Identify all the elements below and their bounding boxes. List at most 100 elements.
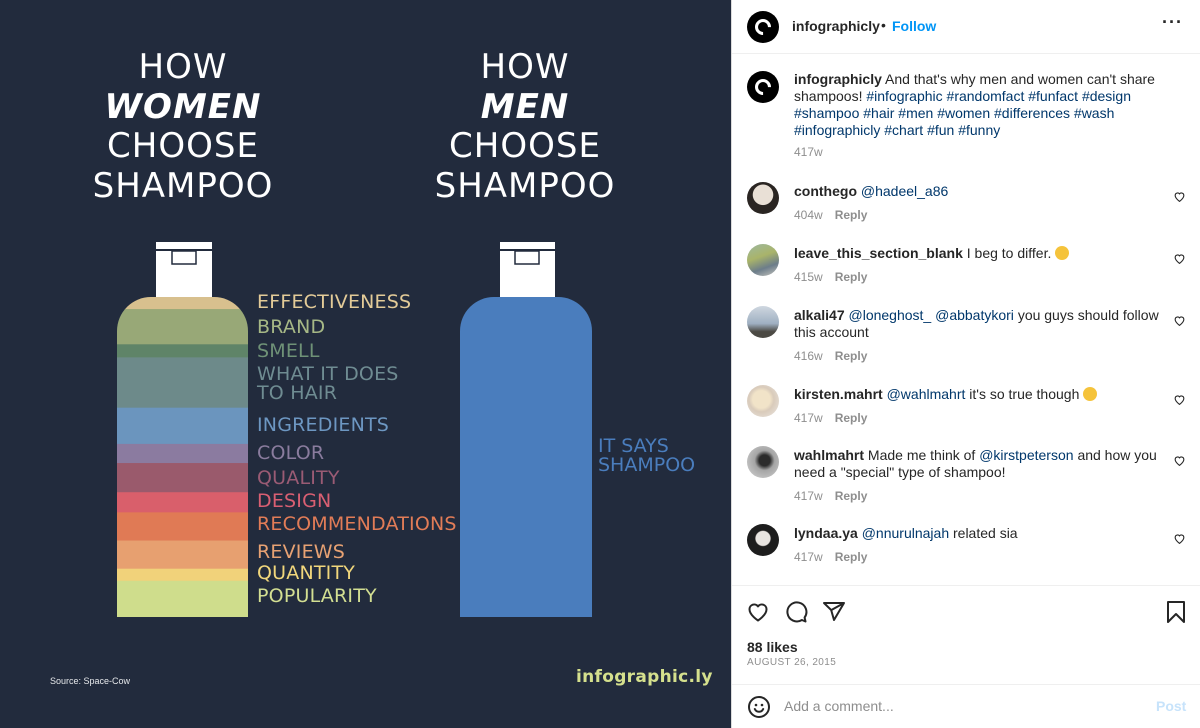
comment-text: Made me think of <box>867 447 976 463</box>
factor-label-smell: SMELL <box>257 342 320 361</box>
comment-like-heart-icon[interactable] <box>1173 190 1186 203</box>
caption-username[interactable]: infographicly <box>794 71 882 87</box>
comment-mention[interactable]: @loneghost_ @abbatykori <box>849 307 1014 323</box>
band-quality <box>117 463 248 493</box>
reply-button[interactable]: Reply <box>835 270 868 284</box>
reply-button[interactable]: Reply <box>835 489 868 503</box>
reply-button[interactable]: Reply <box>835 349 868 363</box>
comments-list[interactable]: infographicly And that's why men and wom… <box>732 55 1200 585</box>
factor-label-ingredients: INGREDIENTS <box>257 416 389 435</box>
more-options-icon[interactable]: ··· <box>1162 12 1183 33</box>
comment-like-heart-icon[interactable] <box>1173 252 1186 265</box>
factor-label-line: QUANTITY <box>257 562 356 584</box>
band-what-it-does-to-hair <box>117 357 248 409</box>
factor-label-quantity: QUANTITY <box>257 564 355 583</box>
comment-age: 417w <box>794 550 823 564</box>
like-heart-icon[interactable] <box>746 600 770 624</box>
men-factor-label: IT SAYS SHAMPOO <box>598 437 708 475</box>
band-color <box>117 443 248 464</box>
reply-button[interactable]: Reply <box>835 208 868 222</box>
factor-label-popularity: POPULARITY <box>257 587 377 606</box>
author-username[interactable]: infographicly <box>792 18 880 34</box>
band-reviews <box>117 540 248 570</box>
band-smell <box>117 344 248 358</box>
post-comment-button[interactable]: Post <box>1156 698 1186 714</box>
comment-mention[interactable]: @nnurulnajah <box>862 525 949 541</box>
comment-like-heart-icon[interactable] <box>1173 314 1186 327</box>
wink-emoji-icon <box>1083 387 1098 401</box>
commenter-avatar[interactable] <box>747 182 779 214</box>
factor-label-recommendations: RECOMMENDATIONS <box>257 515 457 534</box>
comment-age: 415w <box>794 270 823 284</box>
author-avatar[interactable] <box>747 11 779 43</box>
comment-text: related sia <box>953 525 1018 541</box>
likes-count[interactable]: 88 likes <box>747 639 798 655</box>
comment-username[interactable]: alkali47 <box>794 307 845 323</box>
add-comment-input[interactable] <box>784 695 1144 717</box>
band-quantity <box>117 568 248 582</box>
save-bookmark-icon[interactable] <box>1164 600 1188 624</box>
comment-username[interactable]: conthego <box>794 183 857 199</box>
comment-age: 417w <box>794 411 823 425</box>
factor-label-brand: BRAND <box>257 318 325 337</box>
factor-label-line: POPULARITY <box>257 585 377 607</box>
women-bottle-cap <box>156 242 212 298</box>
band-popularity <box>117 580 248 617</box>
source-credit: Source: Space-Cow <box>50 676 131 686</box>
comment-mention[interactable]: @hadeel_a86 <box>861 183 948 199</box>
band-it-says-shampoo <box>460 297 592 617</box>
women-bottle <box>117 297 248 617</box>
factor-label-line: BRAND <box>257 316 326 338</box>
comment-username[interactable]: wahlmahrt <box>794 447 864 463</box>
comment-like-heart-icon[interactable] <box>1173 454 1186 467</box>
men-bottle <box>460 297 592 617</box>
author-avatar[interactable] <box>747 71 779 103</box>
band-recommendations <box>117 512 248 542</box>
comment-mention[interactable]: @kirstpeterson <box>979 447 1073 463</box>
factor-label-reviews: REVIEWS <box>257 543 345 562</box>
commenter-avatar[interactable] <box>747 244 779 276</box>
commenter-avatar[interactable] <box>747 446 779 478</box>
emoji-picker-icon[interactable] <box>747 695 771 719</box>
factor-label-line: INGREDIENTS <box>257 414 390 436</box>
comment-bubble-icon[interactable] <box>784 600 808 624</box>
reply-button[interactable]: Reply <box>835 411 868 425</box>
factor-label-line: DESIGN <box>257 490 332 512</box>
comment-age: 404w <box>794 208 823 222</box>
share-send-icon[interactable] <box>822 600 846 624</box>
factor-label-effectiveness: EFFECTIVENESS <box>257 293 411 312</box>
commenter-avatar[interactable] <box>747 385 779 417</box>
men-bottle-cap <box>500 242 555 298</box>
caption-age: 417w <box>794 145 823 159</box>
comment-username[interactable]: lyndaa.ya <box>794 525 858 541</box>
post-panel: infographicly • Follow ··· infographicly… <box>732 0 1200 728</box>
comment-text: I beg to differ. <box>966 245 1052 261</box>
post-image[interactable]: HOW WOMEN CHOOSE SHAMPOO HOW MEN CHOOSE … <box>0 0 731 728</box>
factor-label-line: EFFECTIVENESS <box>257 291 412 313</box>
factor-label-line: SMELL <box>257 340 320 362</box>
band-design <box>117 492 248 513</box>
commenter-avatar[interactable] <box>747 524 779 556</box>
factor-label-line: RECOMMENDATIONS <box>257 513 457 535</box>
men-factor-line: SHAMPOO <box>598 454 696 476</box>
band-effectiveness <box>117 297 248 310</box>
factor-label-line: QUALITY <box>257 467 340 489</box>
comment-age: 416w <box>794 349 823 363</box>
post-actions: 88 likes AUGUST 26, 2015 <box>732 585 1200 685</box>
band-ingredients <box>117 407 248 445</box>
comment-username[interactable]: leave_this_section_blank <box>794 245 963 261</box>
post-header: infographicly • Follow ··· <box>732 0 1200 54</box>
brand-watermark: infographic.ly <box>576 667 713 687</box>
factor-label-what-it-does-to-hair: WHAT IT DOES TO HAIR <box>257 365 399 403</box>
reply-button[interactable]: Reply <box>835 550 868 564</box>
comment-like-heart-icon[interactable] <box>1173 532 1186 545</box>
smirk-emoji-icon <box>1055 246 1070 260</box>
comment-like-heart-icon[interactable] <box>1173 393 1186 406</box>
comment-username[interactable]: kirsten.mahrt <box>794 386 883 402</box>
separator-dot: • <box>881 17 886 33</box>
comment-mention[interactable]: @wahlmahrt <box>887 386 966 402</box>
band-brand <box>117 309 248 345</box>
factor-label-line: REVIEWS <box>257 541 346 563</box>
commenter-avatar[interactable] <box>747 306 779 338</box>
follow-button[interactable]: Follow <box>892 18 936 34</box>
